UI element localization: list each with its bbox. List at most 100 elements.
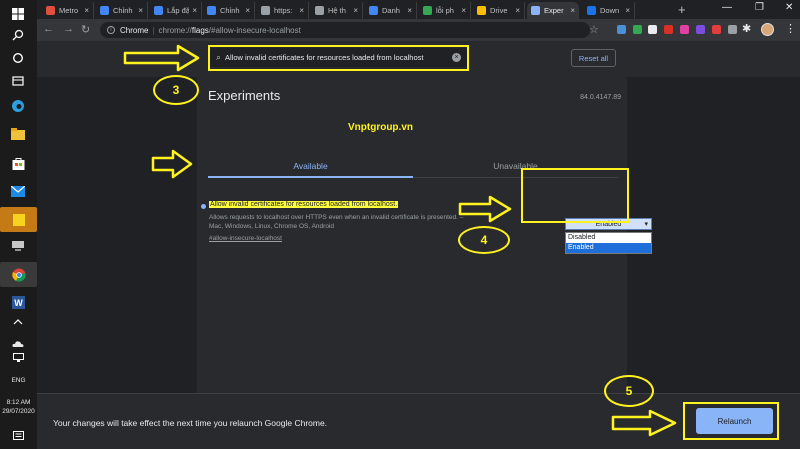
avatar[interactable] <box>761 23 774 36</box>
version-label: 84.0.4147.89 <box>580 94 621 101</box>
flags-page: ⌕ × Reset all Experiments 84.0.4147.89 A… <box>37 41 800 449</box>
translate-icon <box>587 6 596 15</box>
browser-tab[interactable]: Metro × <box>42 2 94 19</box>
site-label: Chrome <box>120 25 149 35</box>
close-tab-icon[interactable]: × <box>461 6 466 15</box>
forward-button[interactable]: → <box>63 23 74 35</box>
chevron-up-icon[interactable] <box>6 316 30 328</box>
search-highlight-box <box>208 45 469 71</box>
network-drive-icon[interactable] <box>6 235 30 257</box>
tab-label: Down <box>600 6 620 15</box>
chrome-tab-strip: + — ❐ ✕ Metro × Chỉnh × Lắp đặ × Chỉnh × https: ×… <box>37 0 800 19</box>
url-host: flags <box>191 25 209 35</box>
tab-label: lỗi ph <box>436 6 454 15</box>
svg-text:W: W <box>14 298 23 308</box>
extension-icon[interactable] <box>728 25 737 34</box>
browser-tab[interactable]: Lắp đặ × <box>150 2 202 19</box>
close-tab-icon[interactable]: × <box>625 6 630 15</box>
close-tab-icon[interactable]: × <box>138 6 143 15</box>
extension-icon[interactable] <box>664 25 673 34</box>
step-5-circle: 5 <box>604 375 654 407</box>
tab-label: Danh <box>382 6 400 15</box>
bookmark-star-icon[interactable]: ☆ <box>589 23 599 36</box>
language-indicator[interactable]: ENG <box>0 376 37 385</box>
watermark-text: Vnptgroup.vn <box>348 122 413 133</box>
address-bar[interactable]: i Chrome | chrome://flags/#allow-insecur… <box>100 22 590 38</box>
search-icon[interactable] <box>6 24 30 46</box>
close-tab-icon[interactable]: × <box>84 6 89 15</box>
chrome-taskbar-icon[interactable] <box>0 262 37 287</box>
reload-button[interactable]: ↻ <box>81 23 90 36</box>
close-tab-icon[interactable]: × <box>407 6 412 15</box>
browser-tab[interactable]: https: × <box>257 2 309 19</box>
tab-label: https: <box>274 6 293 15</box>
browser-tab[interactable]: Chỉnh × <box>203 2 255 19</box>
close-tab-icon[interactable]: × <box>192 6 197 15</box>
windows-taskbar: W ENG 8:12 AM 29/07/2020 <box>0 0 37 449</box>
browser-tab[interactable]: Drive × <box>473 2 525 19</box>
back-button[interactable]: ← <box>43 23 54 35</box>
url-rest: /#allow-insecure-localhost <box>208 25 301 35</box>
tab-available[interactable]: Available <box>208 158 413 178</box>
relaunch-highlight-box <box>683 402 779 440</box>
new-tab-button[interactable]: + <box>678 2 686 17</box>
doc-icon <box>100 6 109 15</box>
network-icon[interactable] <box>6 352 30 364</box>
notifications-icon[interactable] <box>6 425 30 447</box>
close-window-button[interactable]: ✕ <box>785 2 793 13</box>
chevron-down-icon: ▾ <box>644 221 648 228</box>
option-enabled[interactable]: Enabled <box>566 243 651 253</box>
url-prefix: chrome:// <box>158 25 192 35</box>
sticky-notes-icon[interactable] <box>0 207 37 232</box>
extension-icon[interactable] <box>696 25 705 34</box>
file-explorer-icon[interactable] <box>6 123 30 145</box>
flag-description-line: Allows requests to localhost over HTTPS … <box>209 214 464 221</box>
clock-date[interactable]: 29/07/2020 <box>0 407 37 416</box>
minimize-button[interactable]: — <box>722 2 732 13</box>
store-icon[interactable] <box>6 152 30 174</box>
edge-icon[interactable] <box>6 95 30 117</box>
close-tab-icon[interactable]: × <box>245 6 250 15</box>
extensions-puzzle-icon[interactable]: ✱ <box>742 22 751 35</box>
close-tab-icon[interactable]: × <box>515 6 520 15</box>
extension-icon[interactable] <box>680 25 689 34</box>
close-tab-icon[interactable]: × <box>353 6 358 15</box>
tab-label: Hệ th <box>328 6 346 15</box>
extension-icon[interactable] <box>648 25 657 34</box>
extension-icon[interactable] <box>617 25 626 34</box>
select-highlight-box <box>521 168 629 223</box>
onedrive-icon[interactable] <box>6 338 30 350</box>
flag-title: Allow invalid certificates for resources… <box>209 201 399 208</box>
browser-tab[interactable]: Hệ th × <box>311 2 363 19</box>
browser-tab[interactable]: Chỉnh × <box>96 2 148 19</box>
restore-button[interactable]: ❐ <box>755 2 764 13</box>
task-view-icon[interactable] <box>6 70 30 92</box>
browser-tab[interactable]: lỗi ph × <box>419 2 471 19</box>
tab-label: Exper <box>544 6 564 15</box>
cortana-icon[interactable] <box>6 47 30 69</box>
browser-tab[interactable]: Exper × <box>527 2 579 19</box>
page-title: Experiments <box>208 88 281 103</box>
relaunch-message: Your changes will take effect the next t… <box>53 418 328 428</box>
browser-tab[interactable]: Down × <box>583 2 635 19</box>
modified-flag-indicator <box>201 204 206 209</box>
chrome-menu-icon[interactable]: ⋮ <box>785 22 796 35</box>
mail-icon[interactable] <box>6 180 30 202</box>
tab-label: Drive <box>490 6 508 15</box>
clock-time[interactable]: 8:12 AM <box>0 398 37 407</box>
site-info-icon[interactable]: i <box>107 26 115 34</box>
step-4-circle: 4 <box>458 226 510 254</box>
close-tab-icon[interactable]: × <box>570 6 575 15</box>
url-text: chrome://flags/#allow-insecure-localhost <box>159 26 301 35</box>
flag-anchor-link[interactable]: #allow-insecure-localhost <box>209 235 282 242</box>
extension-icon[interactable] <box>712 25 721 34</box>
metro-icon <box>46 6 55 15</box>
doc-icon <box>154 6 163 15</box>
close-tab-icon[interactable]: × <box>299 6 304 15</box>
extension-icon[interactable] <box>633 25 642 34</box>
windows-start-icon[interactable] <box>6 3 30 25</box>
browser-tab[interactable]: Danh × <box>365 2 417 19</box>
option-disabled[interactable]: Disabled <box>566 233 651 243</box>
word-icon[interactable]: W <box>6 291 30 313</box>
reset-all-button[interactable]: Reset all <box>571 49 616 67</box>
